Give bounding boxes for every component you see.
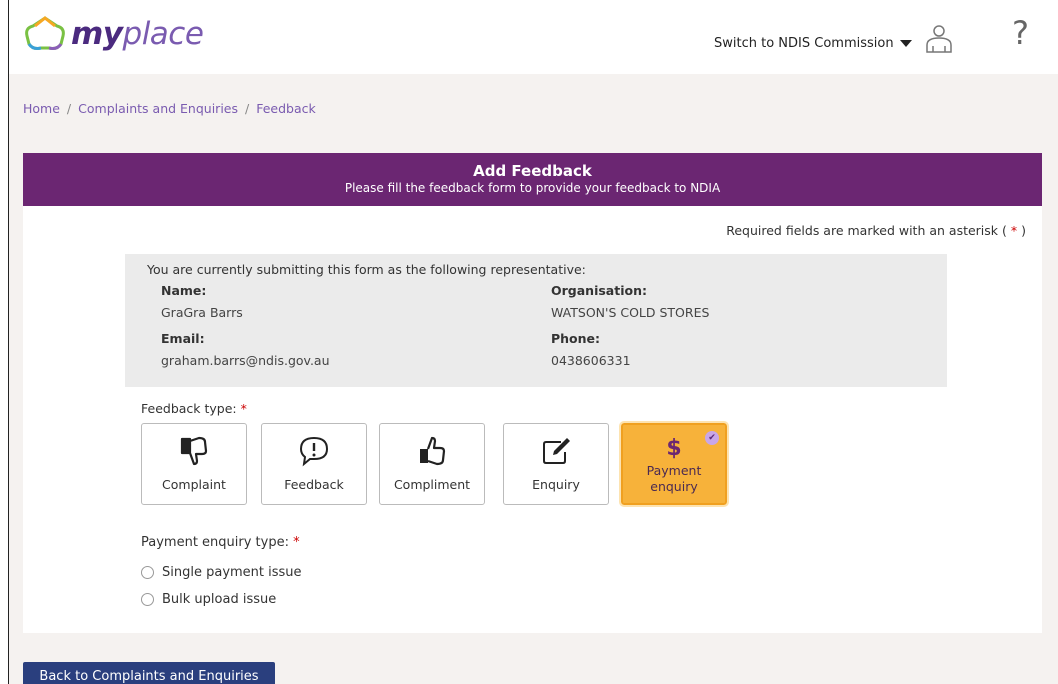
form-subtitle: Please fill the feedback form to provide…	[344, 181, 721, 195]
feedback-type-complaint[interactable]: Complaint	[141, 423, 247, 505]
enquiry-label: Enquiry	[532, 477, 580, 492]
feedback-type-label: Feedback type: *	[141, 401, 247, 416]
speech-exclamation-icon	[262, 434, 366, 470]
name-label: Name:	[161, 283, 207, 298]
asterisk: *	[293, 535, 300, 550]
radio-label: Bulk upload issue	[162, 592, 277, 607]
breadcrumb-complaints[interactable]: Complaints and Enquiries	[78, 101, 238, 116]
required-note-close: )	[1021, 223, 1026, 238]
asterisk: *	[240, 401, 247, 416]
edit-icon	[504, 434, 608, 470]
feedback-type-feedback[interactable]: Feedback	[261, 423, 367, 505]
logo-icon	[25, 16, 65, 50]
representative-info-box: You are currently submitting this form a…	[125, 254, 947, 387]
feedback-form-card: Add Feedback Please fill the feedback fo…	[23, 153, 1042, 633]
radio-single-payment-issue[interactable]: Single payment issue	[141, 565, 302, 580]
logo-text: myplace	[71, 16, 204, 52]
breadcrumb-separator: /	[245, 101, 250, 116]
thumbs-down-icon	[142, 434, 246, 470]
user-profile-icon[interactable]	[924, 24, 954, 54]
form-header-band: Add Feedback Please fill the feedback fo…	[23, 153, 1042, 206]
phone-label: Phone:	[551, 331, 601, 346]
organisation-label: Organisation:	[551, 283, 647, 298]
myplace-logo[interactable]: myplace	[21, 14, 204, 54]
feedback-type-enquiry[interactable]: Enquiry	[503, 423, 609, 505]
organisation-value: WATSON'S COLD STORES	[551, 305, 710, 320]
breadcrumb-current: Feedback	[256, 101, 316, 116]
radio-label: Single payment issue	[162, 565, 302, 580]
radio-bulk-upload-issue[interactable]: Bulk upload issue	[141, 592, 276, 607]
payment-enquiry-type-label: Payment enquiry type: *	[141, 535, 300, 550]
breadcrumb-separator: /	[66, 101, 72, 116]
switch-to-commission-dropdown[interactable]: Switch to NDIS Commission	[714, 36, 912, 51]
rep-phone: Phone: 0438606331	[551, 328, 631, 372]
switch-label: Switch to NDIS Commission	[714, 36, 894, 51]
asterisk: *	[1010, 223, 1018, 238]
caret-down-icon	[899, 40, 912, 47]
radio-button[interactable]	[141, 593, 154, 606]
feedback-label: Feedback	[284, 477, 344, 492]
payment-enquiry-type-text: Payment enquiry type:	[141, 535, 289, 550]
feedback-type-payment-enquiry[interactable]: ✔ $ Payment enquiry	[619, 421, 729, 507]
payment-label-line2: enquiry	[650, 479, 698, 494]
complaint-label: Complaint	[162, 477, 226, 492]
representative-intro: You are currently submitting this form a…	[147, 262, 586, 277]
payment-label-line1: Payment	[646, 463, 702, 478]
breadcrumb-home[interactable]: Home	[23, 101, 60, 116]
rep-email: Email: graham.barrs@ndis.gov.au	[161, 328, 330, 372]
payment-enquiry-label: Payment enquiry	[623, 463, 725, 495]
compliment-label: Compliment	[393, 477, 471, 492]
email-value: graham.barrs@ndis.gov.au	[161, 353, 330, 368]
form-title: Add Feedback	[473, 162, 592, 180]
name-value: GraGra Barrs	[161, 305, 243, 320]
top-header: myplace Switch to NDIS Commission ?	[9, 0, 1058, 74]
required-note-text: Required fields are marked with an aster…	[726, 223, 1007, 238]
thumbs-up-icon	[380, 434, 484, 470]
feedback-type-label-text: Feedback type:	[141, 401, 237, 416]
breadcrumb: Home / Complaints and Enquiries / Feedback	[23, 101, 316, 116]
app-frame: myplace Switch to NDIS Commission ? Home…	[8, 0, 1058, 684]
radio-button[interactable]	[141, 566, 154, 579]
rep-organisation: Organisation: WATSON'S COLD STORES	[551, 280, 709, 324]
help-icon[interactable]: ?	[1012, 14, 1029, 52]
feedback-type-compliment[interactable]: Compliment	[379, 423, 485, 505]
back-to-complaints-button[interactable]: Back to Complaints and Enquiries	[23, 662, 275, 684]
phone-value: 0438606331	[551, 353, 631, 368]
rep-name: Name: GraGra Barrs	[161, 280, 243, 324]
required-fields-note: Required fields are marked with an aster…	[726, 223, 1026, 238]
email-label: Email:	[161, 331, 205, 346]
